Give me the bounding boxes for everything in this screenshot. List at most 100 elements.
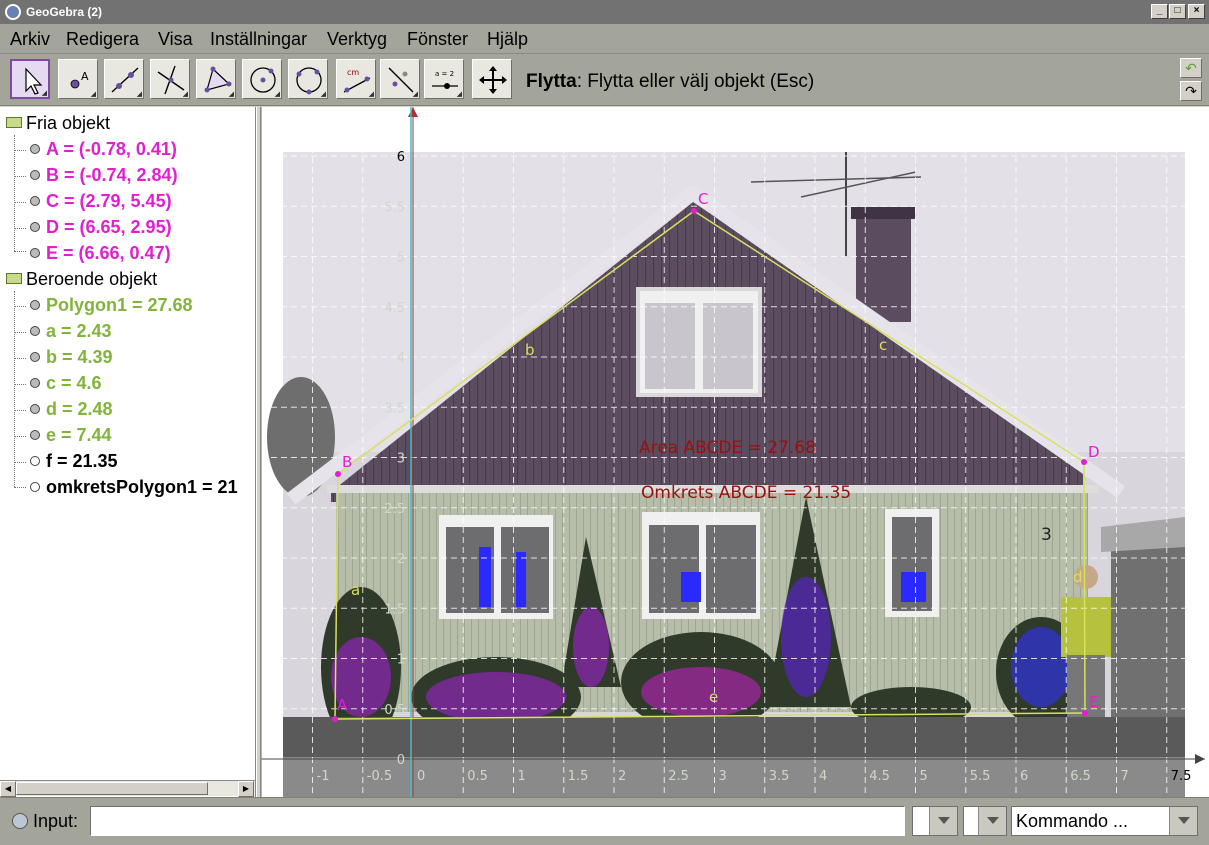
algebra-item-c[interactable]: c = 4.6 [30,373,102,394]
slider-tool-button[interactable]: a = 2 ◢ [424,59,464,99]
visibility-dot-icon[interactable] [30,248,40,258]
x-tick-label: 2 [618,769,626,784]
visibility-dot-icon[interactable] [30,326,40,336]
tree-line [14,135,15,251]
graphics-view[interactable]: 6 5.5 5 4.5 4 3.5 3 2.5 2 1.5 1 0.5 0 -1 -0.5 0 0.5 1 1.5… [261,107,1209,797]
window-title: GeoGebra (2) [26,5,103,19]
algebra-item-d[interactable]: d = 2.48 [30,399,113,420]
move-view-tool-icon [479,66,507,94]
scroll-left-icon[interactable]: ◀ [0,781,16,797]
visibility-dot-icon[interactable] [30,352,40,362]
tree-branch [14,150,26,151]
chevron-down-icon[interactable] [1169,807,1197,835]
scrollbar-thumb[interactable] [16,782,208,795]
y-tick-label: 3.5 [384,401,405,416]
x-tick-label: 0.5 [467,769,488,784]
chevron-down-icon[interactable] [978,807,1006,835]
visibility-dot-icon[interactable] [30,378,40,388]
tree-branch [14,251,26,252]
area-text[interactable]: Area ABCDE = 27.68 [639,438,816,458]
point-A [332,716,338,722]
algebra-item-E[interactable]: E = (6.66, 0.47) [30,243,171,264]
visibility-dot-icon[interactable] [30,300,40,310]
visibility-dot-icon[interactable] [30,430,40,440]
algebra-item-a[interactable]: a = 2.43 [30,321,112,342]
menu-arkiv[interactable]: Arkiv [10,29,50,50]
point-D [1081,459,1087,465]
perpendicular-tool-button[interactable]: ◢ [150,59,190,99]
menu-fonster[interactable]: Fönster [407,29,468,50]
minimize-button[interactable]: _ [1151,4,1168,19]
tree-branch [14,228,26,229]
visibility-dot-icon[interactable] [30,404,40,414]
menu-hjalp[interactable]: Hjälp [487,29,528,50]
segment-label-b: b [525,341,535,359]
tree-line [14,291,15,487]
menu-visa[interactable]: Visa [158,29,193,50]
reflect-tool-button[interactable]: ◢ [380,59,420,99]
y-tick-label: 6 [397,150,405,165]
x-tick-label: 2.5 [668,769,689,784]
free-objects-folder[interactable]: Fria objekt [6,113,110,134]
free-objects-header: Fria objekt [26,113,111,133]
command-dropdown[interactable]: Kommando ... [1011,806,1198,836]
algebra-item-C[interactable]: C = (2.79, 5.45) [30,191,172,212]
scroll-right-icon[interactable]: ▶ [238,781,254,797]
menu-redigera[interactable]: Redigera [66,29,139,50]
y-tick-label: 1 [397,653,405,668]
command-dropdown-value: Kommando ... [1016,811,1129,831]
algebra-item-D[interactable]: D = (6.65, 2.95) [30,217,172,238]
undo-button[interactable]: ↶ [1180,58,1202,78]
maximize-button[interactable]: □ [1169,4,1186,19]
move-view-tool-button[interactable] [472,59,512,99]
perimeter-text[interactable]: Omkrets ABCDE = 21.35 [641,483,851,503]
chevron-down-icon[interactable] [929,807,957,835]
visibility-dot-icon[interactable] [30,222,40,232]
algebra-item-b[interactable]: b = 4.39 [30,347,113,368]
algebra-item-e[interactable]: e = 7.44 [30,425,112,446]
dependent-objects-folder[interactable]: Beroende objekt [6,269,157,290]
x-tick-label: -1 [317,769,330,784]
algebra-item-f[interactable]: f = 21.35 [30,451,118,472]
graphics-canvas[interactable]: 6 5.5 5 4.5 4 3.5 3 2.5 2 1.5 1 0.5 0 -1 -0.5 0 0.5 1 1.5… [261,107,1209,797]
polygon-tool-button[interactable]: ◢ [196,59,236,99]
algebra-horizontal-scrollbar[interactable]: ◀ ▶ [0,780,255,797]
x-axis-arrow-icon [1195,754,1205,764]
circle-tool-button[interactable]: ◢ [242,59,282,99]
close-button[interactable]: × [1188,4,1205,19]
x-tick-label: 6 [1020,769,1028,784]
visibility-dot-icon[interactable] [30,482,40,492]
tree-branch [14,487,26,488]
line-tool-button[interactable]: ◢ [104,59,144,99]
redo-icon: ↷ [1185,83,1197,99]
visibility-dot-icon[interactable] [30,144,40,154]
x-tick-label: 5.5 [970,769,991,784]
input-field[interactable] [90,806,905,836]
algebra-item-B[interactable]: B = (-0.74, 2.84) [30,165,178,186]
y-axis-arrow-icon [408,107,418,117]
algebra-item-A[interactable]: A = (-0.78, 0.41) [30,139,177,160]
visibility-dot-icon[interactable] [30,170,40,180]
circle-three-points-tool-button[interactable]: ◢ [288,59,328,99]
algebra-item-polygon1[interactable]: Polygon1 = 27.68 [30,295,193,316]
menu-installningar[interactable]: Inställningar [210,29,307,50]
point-tool-button[interactable]: A ◢ [58,59,98,99]
segment-label-d: d [1073,568,1083,586]
x-tick-label: 6.5 [1070,769,1091,784]
x-tick-label: 1 [518,769,526,784]
point-C [691,208,697,214]
visibility-dot-icon[interactable] [30,456,40,466]
greek-dropdown[interactable] [963,806,1007,836]
move-tool-button[interactable]: ◢ [10,59,50,99]
point-B [335,471,341,477]
redo-button[interactable]: ↷ [1180,81,1202,101]
input-help-icon[interactable] [12,813,28,829]
y-tick-label: 2 [397,552,405,567]
distance-tool-button[interactable]: cm ◢ [336,59,376,99]
x-tick-label: 7.5 [1171,769,1192,784]
menu-verktyg[interactable]: Verktyg [327,29,387,50]
symbol-dropdown[interactable] [912,806,958,836]
visibility-dot-icon[interactable] [30,196,40,206]
algebra-item-omkrets[interactable]: omkretsPolygon1 = 21 [30,477,238,498]
tree-branch [14,306,26,307]
